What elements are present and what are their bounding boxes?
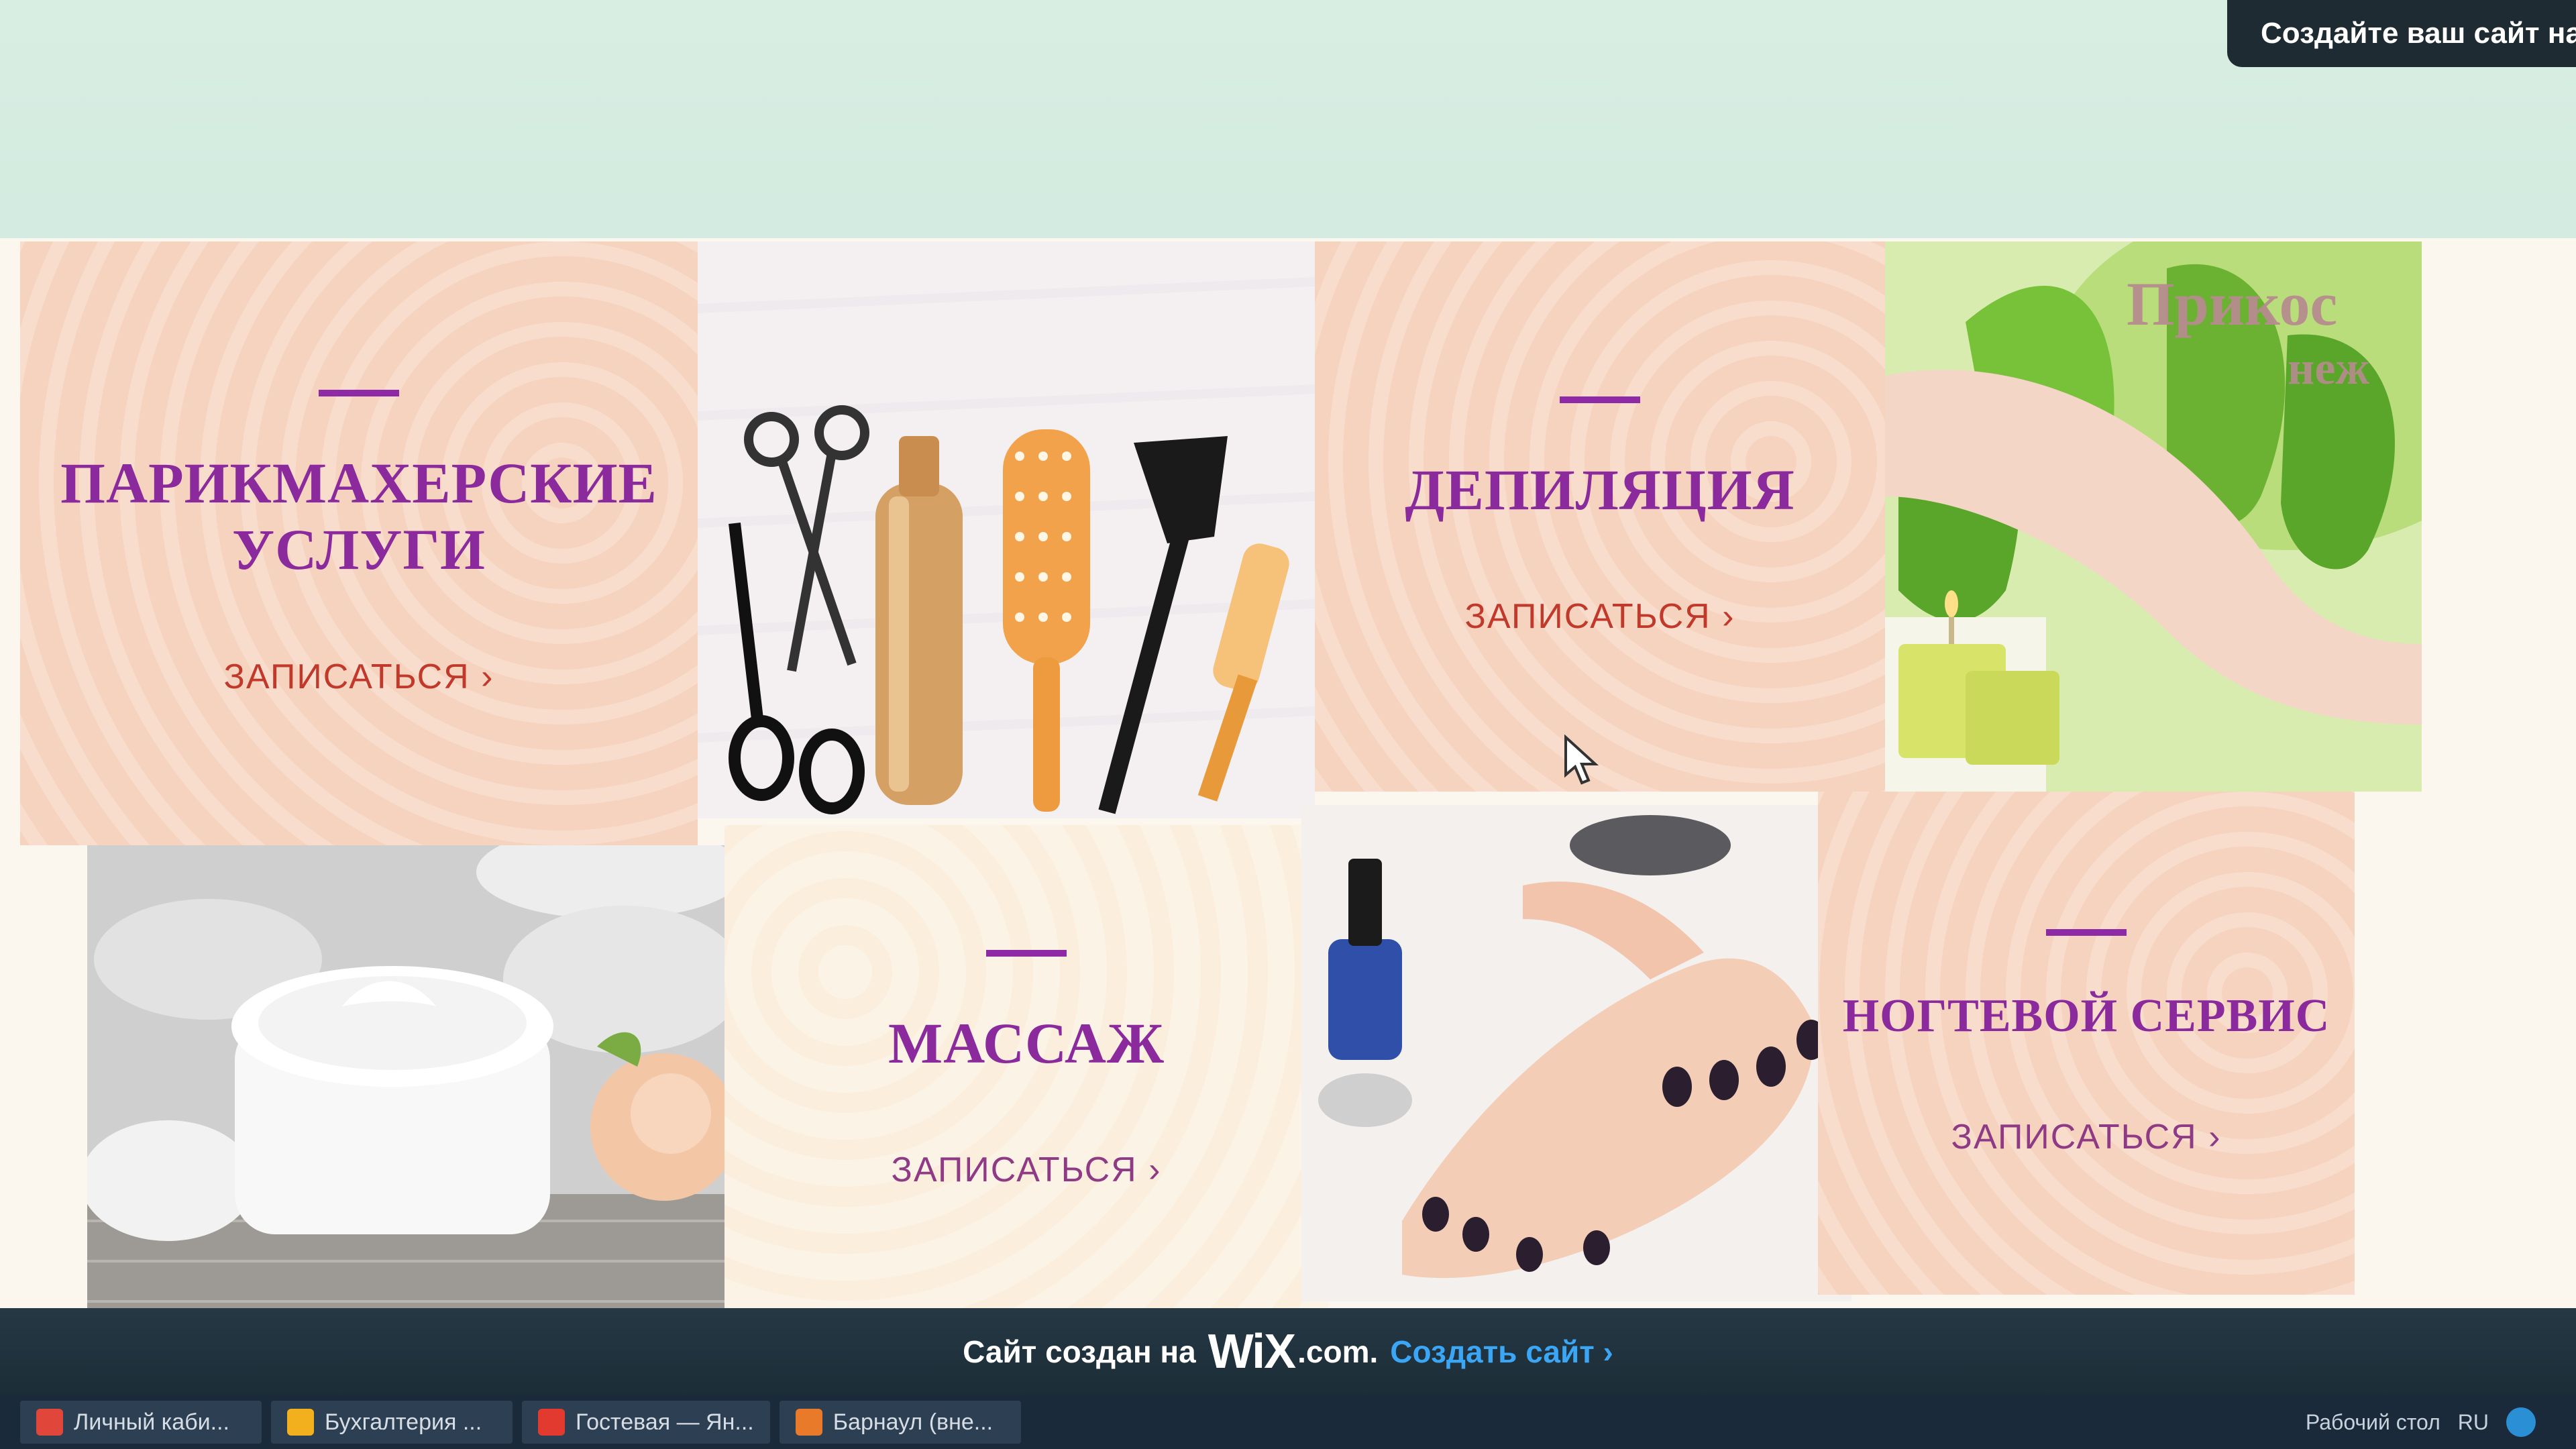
monitor-screen: Создайте ваш сайт на ПАРИКМАХЕРСКИЕ УСЛУ…: [0, 0, 2576, 1449]
taskbar-item[interactable]: Бухгалтерия ...: [271, 1401, 513, 1444]
photo-overlay-title: Прикос: [2127, 270, 2338, 338]
tile-depilation-photo: Прикос неж: [1885, 241, 2422, 792]
service-title: ДЕПИЛЯЦИЯ: [1405, 457, 1795, 522]
tile-depilation: ДЕПИЛЯЦИЯ ЗАПИСАТЬСЯ ›: [1315, 241, 1885, 792]
wix-banner-prefix: Сайт создан на: [963, 1334, 1196, 1369]
cream-stones-image: [87, 845, 745, 1315]
mouse-cursor-icon: [1563, 734, 1603, 792]
book-button-depilation[interactable]: ЗАПИСАТЬСЯ ›: [1465, 596, 1735, 637]
manicure-image: [1301, 805, 1851, 1301]
system-tray: Рабочий стол RU: [2306, 1407, 2576, 1437]
language-indicator[interactable]: RU: [2458, 1410, 2489, 1435]
accounting-app-icon: [287, 1409, 314, 1436]
book-button-hairdressing[interactable]: ЗАПИСАТЬСЯ ›: [224, 657, 494, 697]
service-title: МАССАЖ: [888, 1010, 1165, 1075]
tile-massage: МАССАЖ ЗАПИСАТЬСЯ ›: [724, 825, 1328, 1315]
browser-tab-icon: [795, 1409, 822, 1436]
book-button-nail-service[interactable]: ЗАПИСАТЬСЯ ›: [1951, 1117, 2222, 1157]
wix-footer-banner: Сайт создан на WiX .com. Создать сайт ›: [0, 1308, 2576, 1395]
title-dash: [319, 390, 399, 397]
service-title: ПАРИКМАХЕРСКИЕ УСЛУГИ: [60, 451, 657, 582]
tile-nails-photo: [1301, 805, 1851, 1301]
service-title: НОГТЕВОЙ СЕРВИС: [1842, 989, 2330, 1042]
create-site-link[interactable]: Создать сайт ›: [1390, 1334, 1613, 1370]
services-grid: ПАРИКМАХЕРСКИЕ УСЛУГИ ЗАПИСАТЬСЯ › ДЕПИЛ…: [20, 241, 2422, 1315]
browser-icon: [36, 1409, 63, 1436]
wix-promo-banner[interactable]: Создайте ваш сайт на: [2227, 0, 2576, 67]
photo-overlay-subtitle: неж: [2288, 343, 2370, 394]
tile-massage-photo: [87, 845, 745, 1315]
windows-taskbar: Личный каби... Бухгалтерия ... Гостевая …: [0, 1395, 2576, 1449]
title-dash: [2046, 928, 2127, 936]
taskbar-item[interactable]: Барнаул (вне...: [779, 1401, 1021, 1444]
title-dash: [1560, 396, 1640, 403]
tile-nail-service: НОГТЕВОЙ СЕРВИС ЗАПИСАТЬСЯ ›: [1818, 792, 2355, 1295]
hair-tools-image: [698, 241, 1315, 818]
desktop-label[interactable]: Рабочий стол: [2306, 1410, 2440, 1435]
title-dash: [986, 949, 1067, 957]
taskbar-item[interactable]: Гостевая — Ян...: [522, 1401, 770, 1444]
wix-promo-text: Создайте ваш сайт на: [2261, 17, 2576, 50]
wix-domain: .com.: [1297, 1334, 1379, 1369]
tile-hairdressing: ПАРИКМАХЕРСКИЕ УСЛУГИ ЗАПИСАТЬСЯ ›: [20, 241, 698, 845]
tile-hair-tools-photo: [698, 241, 1315, 818]
yandex-icon: [538, 1409, 565, 1436]
taskbar-item[interactable]: Личный каби...: [20, 1401, 262, 1444]
help-icon[interactable]: [2506, 1407, 2536, 1437]
book-button-massage[interactable]: ЗАПИСАТЬСЯ ›: [892, 1150, 1162, 1190]
wix-logo[interactable]: WiX: [1208, 1324, 1296, 1379]
